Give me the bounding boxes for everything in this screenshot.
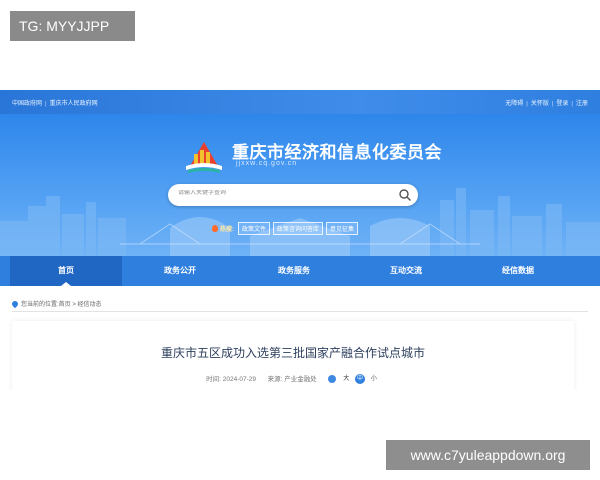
article-title: 重庆市五区成功入选第三批国家产融合作试点城市	[160, 346, 425, 360]
divider	[12, 311, 588, 312]
link-register[interactable]: 注册	[576, 98, 588, 107]
breadcrumb: 您当前的位置:首页 > 经信动态	[10, 299, 102, 309]
tg-badge: TG: MYYJJPP	[10, 11, 135, 41]
nav-item-interaction[interactable]: 互动交流	[350, 256, 462, 286]
font-size-large-button[interactable]: 大	[341, 374, 351, 384]
publish-date: 2024-07-29	[222, 376, 257, 383]
search-icon[interactable]	[398, 188, 412, 202]
hot-tag-policy-qa[interactable]: 政策咨询问答库	[273, 222, 324, 235]
link-china-gov[interactable]: 中国政府网	[12, 98, 42, 107]
nav-item-home[interactable]: 首页	[10, 256, 122, 286]
hot-tag-opinion-collection[interactable]: 意见征集	[326, 222, 359, 235]
breadcrumb-path[interactable]: 首页 > 经信动态	[59, 302, 102, 308]
city-skyline-illustration	[0, 188, 600, 256]
font-size-icon	[328, 375, 337, 384]
header-banner: 重庆市经济和信息化委员会 jjxxw.cq.gov.cn 热搜:政策文件政策咨询…	[0, 114, 600, 256]
site-url: jjxxw.cq.gov.cn	[236, 160, 298, 167]
font-size-small-button[interactable]: 小	[369, 374, 379, 384]
hot-tag-policy-documents[interactable]: 政策文件	[238, 222, 271, 235]
fire-icon	[212, 225, 218, 232]
link-care-version[interactable]: 关怀版	[531, 98, 549, 107]
top-bar-left-links: 中国政府网 | 重庆市人民政府网	[12, 98, 98, 107]
watermark: www.c7yuleappdown.org	[386, 440, 590, 470]
top-bar: 中国政府网 | 重庆市人民政府网 无障碍 | 关怀版 | 登录 | 注册	[0, 90, 600, 114]
separator: |	[526, 101, 528, 107]
website-screenshot: 中国政府网 | 重庆市人民政府网 无障碍 | 关怀版 | 登录 | 注册 重庆市…	[0, 90, 600, 390]
search-box	[168, 184, 418, 206]
link-login[interactable]: 登录	[556, 98, 568, 107]
search-input[interactable]	[178, 190, 378, 196]
link-chongqing-gov[interactable]: 重庆市人民政府网	[50, 98, 98, 107]
source-label: 来源:	[267, 376, 283, 383]
hot-search-label: 热搜:	[220, 227, 234, 233]
font-size-medium-button[interactable]: 中	[355, 374, 366, 385]
separator: |	[45, 101, 47, 107]
separator: |	[571, 101, 573, 107]
time-label: 时间:	[206, 376, 221, 383]
article-meta: 时间: 2024-07-29 来源: 产业金融处 大 中 小	[12, 373, 574, 385]
main-nav: 首页 政务公开 政务服务 互动交流 经信数据	[0, 256, 600, 286]
link-accessibility[interactable]: 无障碍	[505, 98, 523, 107]
article-card: 重庆市五区成功入选第三批国家产融合作试点城市 时间: 2024-07-29 来源…	[12, 321, 574, 390]
location-pin-icon	[10, 299, 20, 309]
nav-item-economic-data[interactable]: 经信数据	[462, 256, 574, 286]
nav-item-government-services[interactable]: 政务服务	[238, 256, 350, 286]
nav-item-government-affairs[interactable]: 政务公开	[124, 256, 236, 286]
top-bar-right-links: 无障碍 | 关怀版 | 登录 | 注册	[505, 98, 588, 107]
breadcrumb-prefix: 您当前的位置:	[21, 302, 59, 308]
source-value: 产业金融处	[284, 376, 317, 383]
separator: |	[551, 101, 554, 107]
hot-search-bar: 热搜: 政策文件 政策咨询问答库 意见征集	[212, 222, 361, 235]
emblem-logo	[186, 142, 222, 173]
